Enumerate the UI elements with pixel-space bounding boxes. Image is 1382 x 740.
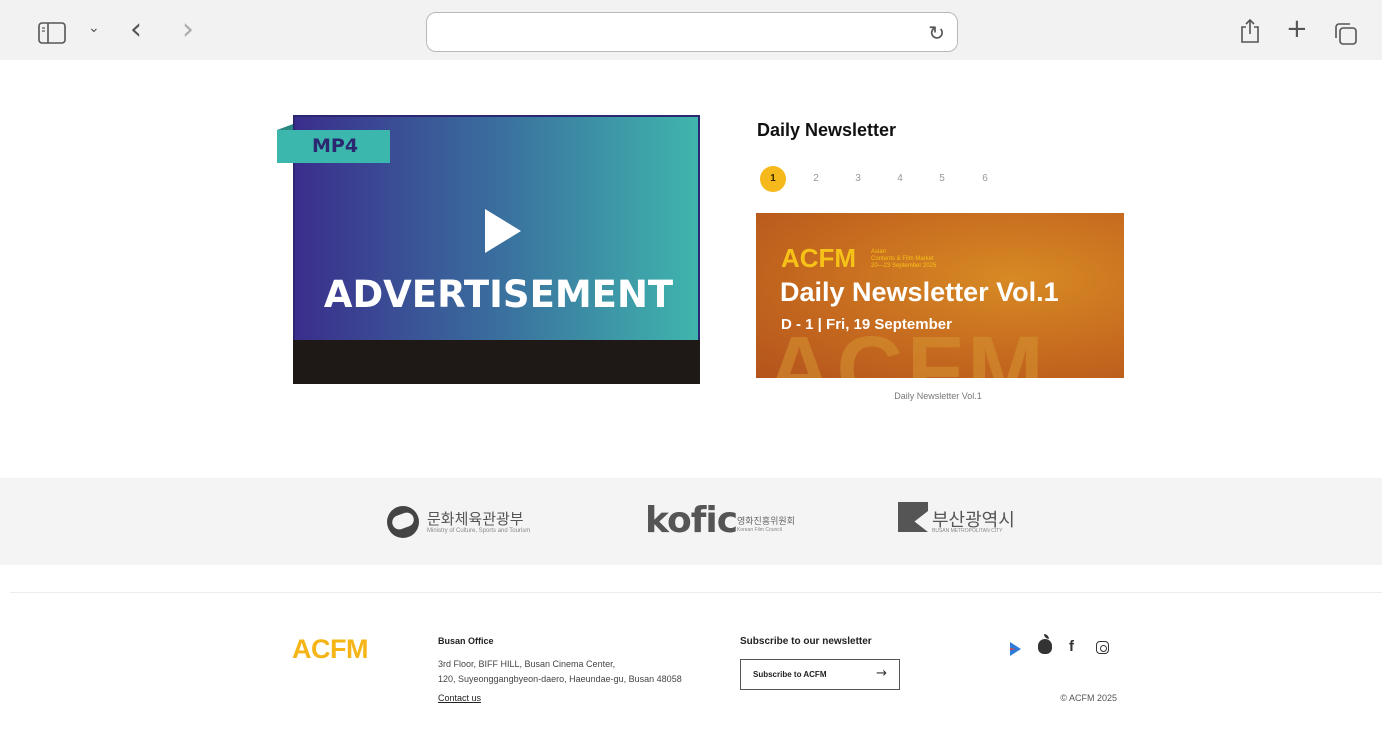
ministry-sub: Ministry of Culture, Sports and Tourism [427, 528, 531, 534]
page-5[interactable]: 5 [929, 166, 955, 192]
address-bar[interactable]: ↻ [426, 12, 958, 52]
sidebar-icon[interactable] [38, 22, 66, 44]
instagram-icon[interactable] [1096, 641, 1109, 654]
facebook-icon[interactable]: f [1069, 638, 1074, 655]
busan-sub: BUSAN METROPOLITAN CITY [932, 528, 1003, 534]
new-tab-icon[interactable]: + [1286, 14, 1308, 44]
banner-dateline: D - 1 | Fri, 19 September [781, 316, 952, 333]
contact-link[interactable]: Contact us [438, 693, 481, 703]
ministry-logo-icon [387, 506, 419, 538]
address-line: 3rd Floor, BIFF HILL, Busan Cinema Cente… [438, 659, 616, 669]
reload-icon[interactable]: ↻ [928, 21, 945, 45]
newsletter-caption[interactable]: Daily Newsletter Vol.1 [756, 391, 1120, 401]
kofic-logo: kofic [645, 500, 738, 541]
kofic-sub: Korean Film Council [737, 527, 783, 533]
office-title: Busan Office [438, 636, 494, 646]
page-1[interactable]: 1 [760, 166, 786, 192]
back-icon[interactable]: ‹ [130, 12, 142, 47]
chevron-down-icon[interactable]: ⌄ [88, 20, 100, 36]
share-icon[interactable] [1240, 18, 1260, 44]
brand-sub-line: Contents & Film Market [871, 256, 934, 262]
apple-icon[interactable] [1038, 634, 1052, 654]
banner-brand: ACFM [781, 243, 857, 273]
arrow-right-icon: → [876, 666, 887, 681]
forward-icon[interactable]: › [182, 12, 194, 47]
newsletter-title: Daily Newsletter [757, 120, 897, 140]
google-play-icon[interactable] [1010, 642, 1021, 656]
advertisement-label: ADVERTISEMENT [323, 273, 674, 316]
banner-headline: Daily Newsletter Vol.1 [780, 277, 1059, 307]
subscribe-button-label: Subscribe to ACFM [753, 670, 827, 679]
page-4[interactable]: 4 [887, 166, 913, 192]
mp4-tag: MP4 [277, 130, 390, 163]
footer-logo[interactable]: ACFM [292, 634, 368, 665]
kofic-korean-name: 영화진흥위원회 [737, 516, 795, 526]
brand-sub-line: 20—23 September 2025 [871, 263, 937, 269]
office-address: 3rd Floor, BIFF HILL, Busan Cinema Cente… [438, 657, 718, 687]
tabs-overview-icon[interactable] [1334, 22, 1358, 46]
copyright: © ACFM 2025 [1060, 693, 1117, 703]
banner-brand-sub: Asian Contents & Film Market 20—23 Septe… [871, 249, 971, 270]
ministry-name: 문화체육관광부 [427, 511, 524, 528]
footer-divider [10, 592, 1382, 593]
partners-band: 문화체육관광부 Ministry of Culture, Sports and … [0, 478, 1382, 565]
subscribe-button[interactable]: Subscribe to ACFM → [740, 659, 900, 690]
busan-logo-icon [898, 502, 928, 532]
address-line: 120, Suyeonggangbyeon-daero, Haeundae-gu… [438, 674, 682, 684]
page-2[interactable]: 2 [803, 166, 829, 192]
newsletter-banner[interactable]: ACFM ACFM Asian Contents & Film Market 2… [756, 213, 1124, 378]
brand-sub-line: Asian [871, 249, 887, 255]
subscribe-label: Subscribe to our newsletter [740, 636, 872, 647]
page-6[interactable]: 6 [972, 166, 998, 192]
page-3[interactable]: 3 [845, 166, 871, 192]
browser-toolbar: ⌄ ‹ › ↻ + [0, 0, 1382, 60]
play-icon[interactable] [485, 209, 521, 253]
